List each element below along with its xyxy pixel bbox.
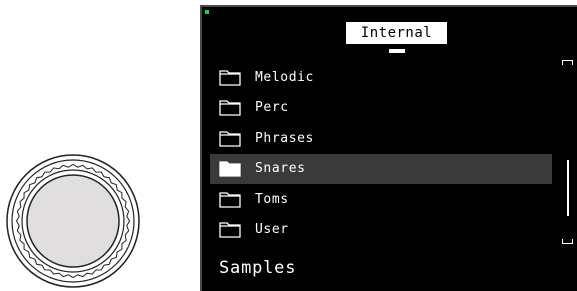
list-item-label: Phrases [255,130,314,146]
location-indicator [389,49,405,53]
list-item[interactable]: Phrases [210,124,552,154]
list-item[interactable]: Melodic [210,63,552,93]
folder-icon [219,100,241,117]
folder-icon [219,191,241,208]
list-item[interactable]: Perc [210,93,552,123]
location-tab[interactable]: Internal [346,22,447,44]
category-label: Samples [219,258,297,278]
list-item-selected[interactable]: Snares [210,154,552,185]
list-item[interactable]: Toms [210,185,552,215]
folder-icon [219,70,241,86]
rotary-encoder-knob[interactable] [5,153,141,289]
list-item-label: Melodic [255,70,314,85]
list-item-label: User [255,221,289,237]
status-led [205,10,209,14]
folder-open-icon [219,161,241,177]
list-item-label: Perc [255,100,289,116]
list-item-label: Toms [255,191,289,207]
list-item[interactable]: User [210,215,552,245]
device-screen: Internal Melodic Perc Phrases Snares Tom… [200,5,577,291]
scroll-bracket-bottom [562,239,573,244]
scrollbar-thumb[interactable] [567,160,569,216]
browser-list: Melodic Perc Phrases Snares Toms User [210,63,552,245]
knob-graphic [6,154,140,288]
list-item-label: Snares [255,161,306,177]
folder-icon [219,131,241,147]
folder-icon [219,222,241,238]
